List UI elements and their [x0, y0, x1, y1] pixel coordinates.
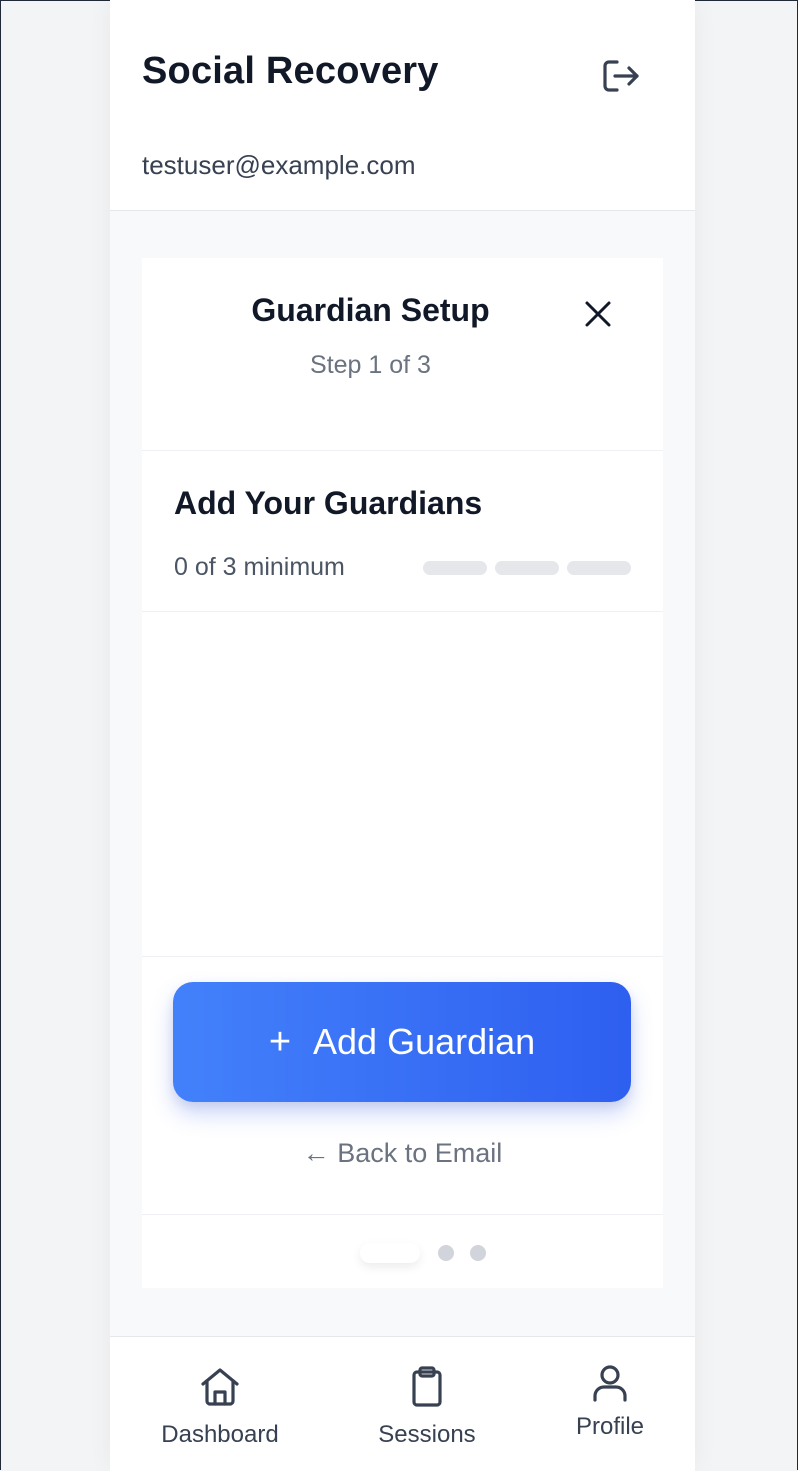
app-container: Social Recovery testuser@example.com Gua… — [110, 0, 695, 1471]
nav-label-dashboard: Dashboard — [161, 1421, 279, 1448]
user-icon — [593, 1365, 627, 1402]
guardian-progress-text: 0 of 3 minimum — [174, 553, 345, 581]
add-guardian-label: Add Guardian — [313, 1021, 536, 1062]
bottom-nav: Dashboard Sessions Profile — [110, 1336, 695, 1471]
card-title: Guardian Setup — [251, 292, 490, 328]
clipboard-icon — [412, 1366, 442, 1407]
close-icon — [585, 301, 611, 327]
app-title: Social Recovery — [142, 50, 439, 92]
guardians-section-header: Add Your Guardians 0 of 3 minimum — [142, 451, 663, 612]
section-title: Add Your Guardians — [174, 485, 483, 521]
pager-dot — [470, 1245, 486, 1261]
progress-segment — [495, 561, 559, 575]
guardian-setup-card: Guardian Setup Step 1 of 3 Add Your Guar… — [142, 258, 663, 1288]
logout-icon — [603, 60, 639, 92]
add-guardian-button[interactable]: + Add Guardian — [173, 982, 631, 1102]
nav-item-profile[interactable]: Profile — [510, 1337, 710, 1471]
plus-icon: + — [268, 1021, 292, 1063]
guardian-progress-bar — [423, 561, 631, 575]
app-header: Social Recovery testuser@example.com — [110, 0, 695, 211]
logout-button[interactable] — [596, 52, 646, 100]
progress-segment — [423, 561, 487, 575]
step-pager — [142, 1214, 663, 1289]
nav-item-sessions[interactable]: Sessions — [327, 1337, 527, 1471]
step-indicator: Step 1 of 3 — [310, 351, 431, 379]
close-button[interactable] — [578, 294, 618, 334]
progress-segment — [567, 561, 631, 575]
nav-label-profile: Profile — [575, 1413, 645, 1440]
pager-dot-active — [360, 1243, 420, 1263]
nav-item-dashboard[interactable]: Dashboard — [120, 1337, 320, 1471]
home-icon — [201, 1368, 239, 1406]
card-header: Guardian Setup Step 1 of 3 — [142, 258, 663, 451]
guardian-list — [142, 612, 663, 957]
pager-dot — [438, 1245, 454, 1261]
nav-label-sessions: Sessions — [378, 1421, 476, 1448]
user-email: testuser@example.com — [142, 150, 416, 180]
back-to-email-link[interactable]: ← Back to Email — [142, 1138, 663, 1169]
